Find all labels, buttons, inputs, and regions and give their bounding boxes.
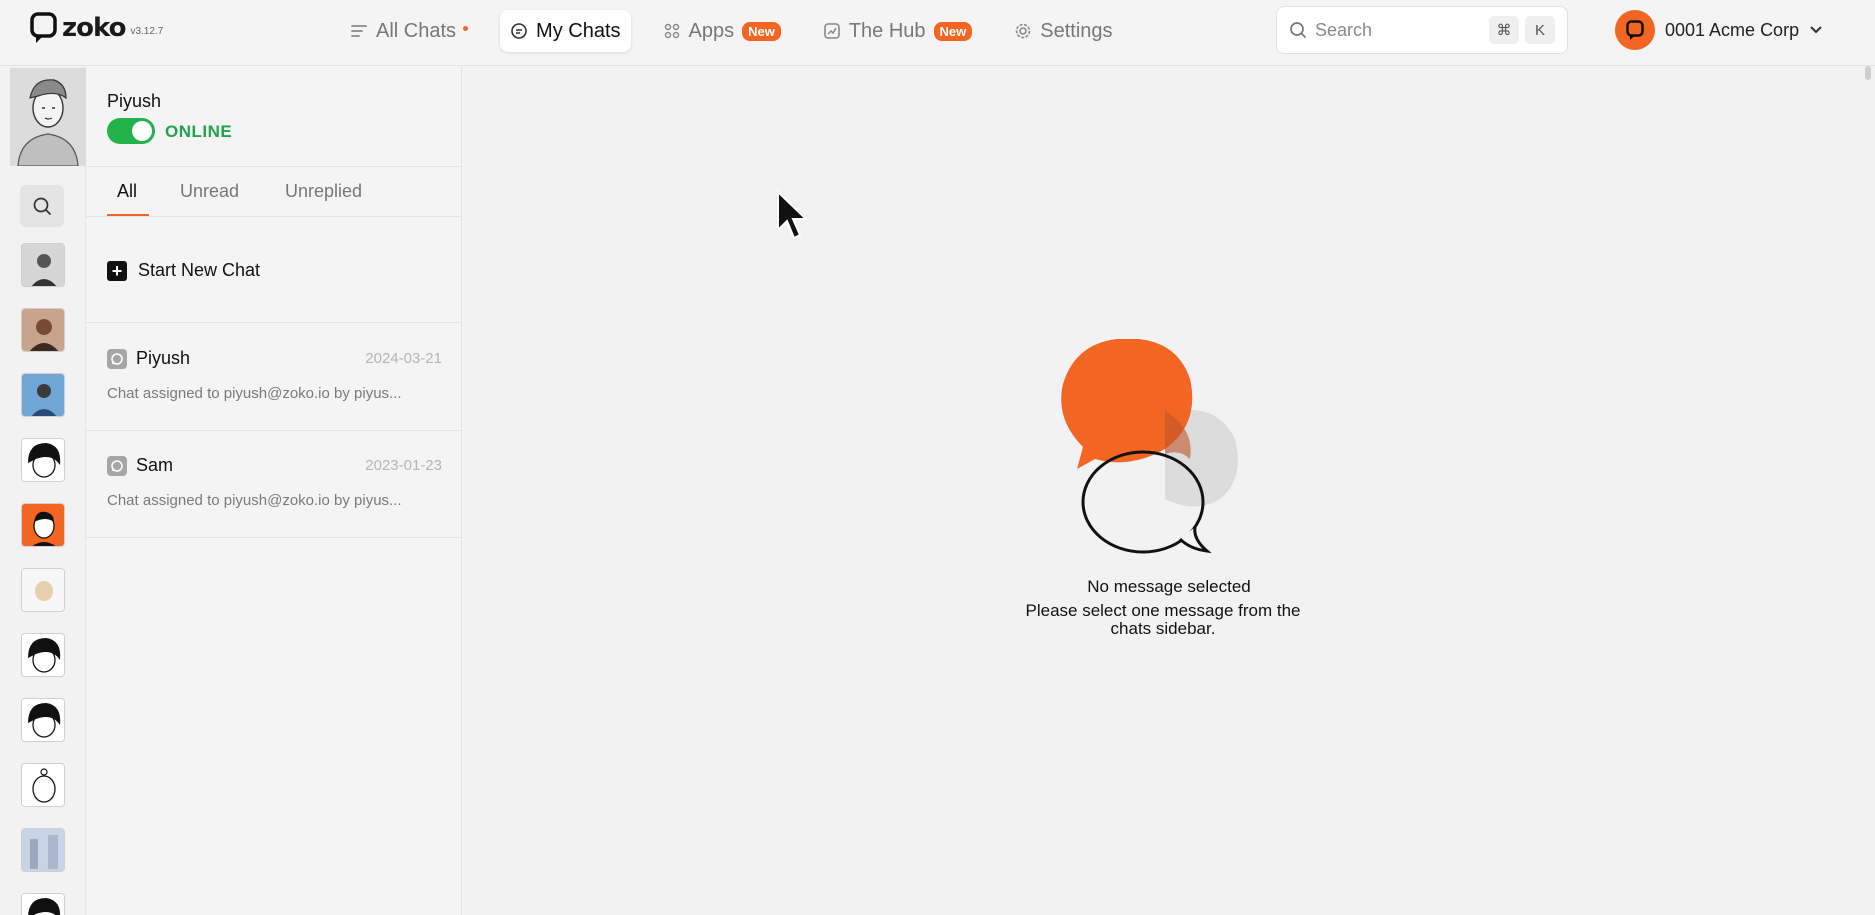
whatsapp-icon <box>107 349 127 369</box>
contact-illustration <box>22 504 64 546</box>
rail-contact-avatar[interactable] <box>21 503 65 547</box>
mouse-pointer-icon <box>777 190 809 240</box>
nav-my-chats[interactable]: My Chats <box>500 10 631 52</box>
contact-illustration <box>22 634 64 676</box>
chat-bubbles-illustration-icon <box>1061 339 1238 554</box>
chat-date: 2024-03-21 <box>365 350 442 367</box>
contact-photo <box>22 374 64 416</box>
search-placeholder: Search <box>1315 19 1373 40</box>
chat-list-item[interactable]: Sam 2023-01-23 Chat assigned to piyush@z… <box>86 431 462 538</box>
chat-contact-name: Piyush <box>136 348 191 368</box>
contact-illustration <box>22 894 64 915</box>
rail-contact-avatar[interactable] <box>21 763 65 807</box>
zoko-logo-icon <box>30 12 57 43</box>
chat-list-panel: Piyush ONLINE All Unread Unreplied + Sta… <box>86 66 462 915</box>
nav-settings[interactable]: Settings <box>1004 10 1122 52</box>
avatar-illustration-icon <box>10 68 86 166</box>
shortcut-key-k: K <box>1525 16 1555 44</box>
hub-icon <box>824 23 840 39</box>
chat-list-item[interactable]: Piyush 2024-03-21 Chat assigned to piyus… <box>86 324 462 431</box>
status-label: ONLINE <box>165 122 233 141</box>
rail-contact-avatar[interactable] <box>21 438 65 482</box>
nav-label: The Hub <box>848 19 926 42</box>
tab-all[interactable]: All <box>117 181 137 202</box>
app-version: v3.12.7 <box>130 25 164 37</box>
new-badge: New <box>933 21 973 41</box>
top-bar: zoko v3.12.7 All Chats My Chats Apps New… <box>0 0 1875 66</box>
start-new-chat-button[interactable]: + Start New Chat <box>86 217 462 323</box>
empty-state-title: No message selected <box>1087 577 1251 596</box>
rail-contact-avatar[interactable] <box>21 633 65 677</box>
start-new-chat-label: Start New Chat <box>138 260 261 280</box>
main-nav: All Chats My Chats Apps New The Hub New … <box>340 10 1145 52</box>
nav-label: Settings <box>1040 19 1113 42</box>
account-switcher[interactable]: 0001 Acme Corp <box>1615 10 1823 50</box>
app-logo[interactable]: zoko v3.12.7 <box>30 12 163 44</box>
tab-unreplied[interactable]: Unreplied <box>285 181 362 202</box>
chat-preview: Chat assigned to piyush@zoko.io by piyus… <box>107 385 402 402</box>
nav-the-hub[interactable]: The Hub New <box>813 10 982 52</box>
new-badge: New <box>742 21 781 41</box>
chat-preview: Chat assigned to piyush@zoko.io by piyus… <box>107 492 402 509</box>
rail-contact-avatar[interactable] <box>21 308 65 352</box>
tab-unread[interactable]: Unread <box>180 181 239 202</box>
conversation-area: No message selected Please select one me… <box>463 66 1875 915</box>
chat-avatar-rail <box>0 66 86 915</box>
nav-apps[interactable]: Apps New <box>653 10 791 52</box>
list-icon <box>351 25 367 37</box>
contact-photo <box>22 309 64 351</box>
agent-name: Piyush <box>107 91 162 111</box>
rail-contact-avatar[interactable] <box>21 828 65 872</box>
unread-dot <box>463 25 469 31</box>
empty-state-description: Please select one message from the chats… <box>1025 601 1301 638</box>
chat-icon <box>511 23 527 39</box>
contact-illustration <box>22 699 64 741</box>
nav-label: My Chats <box>536 19 621 42</box>
search-icon <box>33 197 51 215</box>
account-avatar <box>1615 10 1655 50</box>
rail-contact-avatar[interactable] <box>21 568 65 612</box>
rail-contact-avatar[interactable] <box>21 243 65 287</box>
nav-label: Apps <box>688 19 735 42</box>
agent-status-header: Piyush ONLINE <box>86 66 462 167</box>
chat-date: 2023-01-23 <box>365 457 442 474</box>
rail-search-button[interactable] <box>20 185 64 227</box>
rail-contact-avatar[interactable] <box>21 893 65 915</box>
nav-label: All Chats <box>376 19 457 42</box>
chat-filter-tabs: All Unread Unreplied <box>86 167 462 217</box>
contact-illustration <box>22 764 64 806</box>
search-icon <box>1290 22 1306 38</box>
contact-photo <box>22 244 64 286</box>
brand-name: zoko <box>62 13 126 43</box>
contact-illustration <box>22 569 64 611</box>
scrollbar[interactable] <box>1865 66 1871 80</box>
gear-icon <box>1015 23 1031 39</box>
whatsapp-icon <box>107 456 127 476</box>
shortcut-key-cmd: ⌘ <box>1489 16 1519 44</box>
active-tab-indicator <box>107 214 149 216</box>
contact-illustration <box>22 439 64 481</box>
chevron-down-icon <box>1810 26 1822 34</box>
account-name: 0001 Acme Corp <box>1665 19 1800 40</box>
global-search[interactable]: Search ⌘ K <box>1276 6 1568 54</box>
rail-contact-avatar[interactable] <box>21 698 65 742</box>
user-profile-avatar[interactable] <box>10 68 86 166</box>
plus-icon: + <box>107 261 127 281</box>
apps-icon <box>664 23 679 39</box>
nav-all-chats[interactable]: All Chats <box>340 10 478 52</box>
zoko-logo-icon <box>1626 20 1644 40</box>
rail-contact-avatar[interactable] <box>21 373 65 417</box>
contact-photo <box>22 829 64 871</box>
chat-contact-name: Sam <box>136 455 174 475</box>
online-status-toggle[interactable] <box>107 118 155 144</box>
